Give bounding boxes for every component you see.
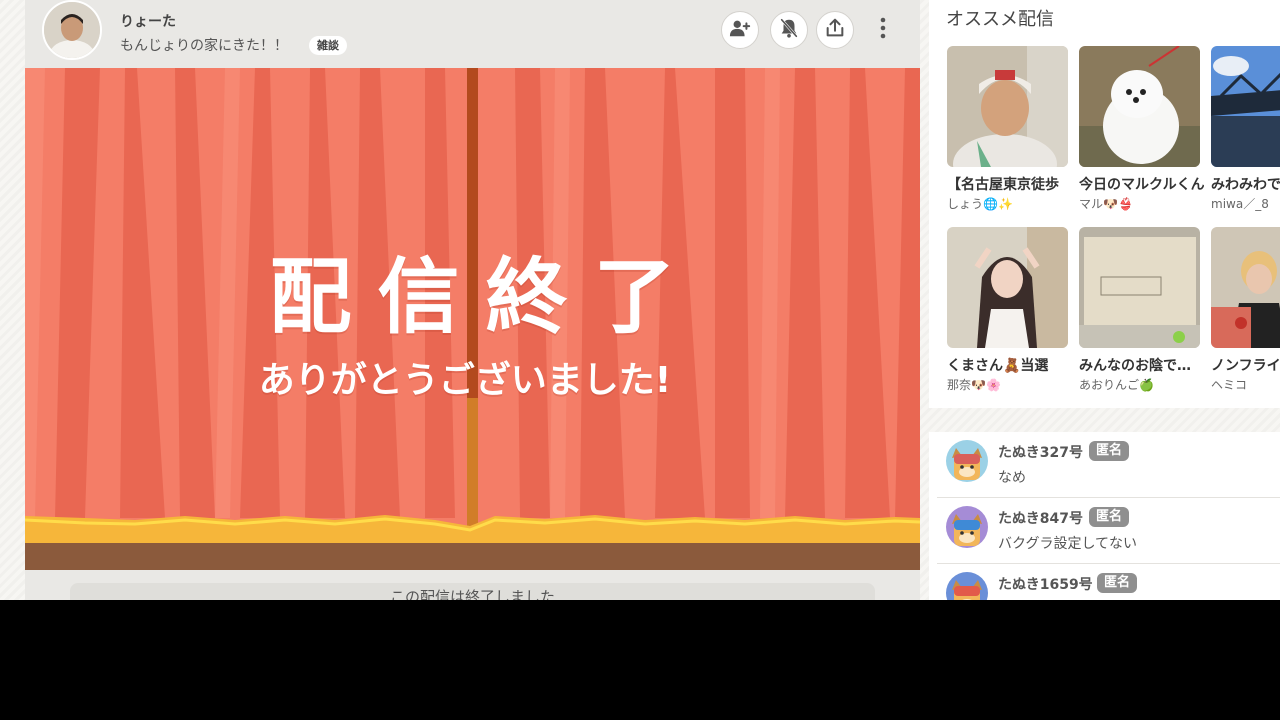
- comment-list: たぬき327号 匿名 なめ たぬき847号 匿名 バクグラ設定してない たぬき1…: [929, 432, 1280, 600]
- reco-user: マル🐶👙: [1079, 197, 1133, 211]
- reco-card[interactable]: ノンフライ ヘミコ: [1211, 227, 1280, 393]
- reco-thumbnail: [947, 46, 1068, 167]
- reco-title: 【名古屋東京徒歩: [947, 177, 1059, 193]
- stream-ended-subtitle: ありがとうございました!: [258, 360, 672, 401]
- reco-thumbnail: [1211, 227, 1280, 348]
- reco-user: あおりんご🍏: [1079, 378, 1154, 392]
- tanuki-avatar-icon[interactable]: [946, 440, 988, 482]
- reco-title: 今日のマルクルくん: [1079, 177, 1204, 193]
- reco-thumbnail: [1079, 227, 1200, 348]
- bell-off-icon: [778, 17, 800, 43]
- comment-item: たぬき327号 匿名 なめ: [937, 432, 1280, 498]
- reco-title: くまさん🧸当選: [947, 358, 1049, 374]
- category-badge[interactable]: 雑談: [309, 36, 347, 55]
- reco-user: ヘミコ: [1211, 378, 1248, 392]
- letterbox-bar: [0, 600, 1280, 720]
- streamer-name[interactable]: りょーた: [120, 11, 176, 31]
- stream-title: もんじょりの家にきた！！: [120, 38, 288, 54]
- right-sidebar: オススメ配信 【名古屋東京徒歩 しょう🌐✨ 今日のマルクルくん マル🐶👙 みわみ…: [929, 0, 1280, 600]
- reco-user: 那奈🐶🌸: [947, 378, 1001, 392]
- stream-column: りょーた もんじょりの家にきた！！ 雑談 配信終了 ありがとうございました! こ…: [25, 0, 920, 600]
- stream-ended-message: この配信は終了しました: [70, 583, 875, 600]
- comment-text: バクグラ設定してない: [998, 536, 1138, 552]
- reco-user: miwa／_8: [1211, 197, 1269, 211]
- reco-card[interactable]: 【名古屋東京徒歩 しょう🌐✨: [947, 46, 1068, 212]
- anonymous-badge: 匿名: [1089, 441, 1130, 461]
- user-plus-icon: [729, 17, 751, 43]
- more-button[interactable]: [871, 14, 895, 46]
- reco-thumbnail: [1211, 46, 1280, 167]
- stream-header: りょーた もんじょりの家にきた！！ 雑談: [25, 0, 920, 68]
- more-vertical-icon: [880, 17, 886, 43]
- share-icon: [824, 17, 846, 43]
- streamer-avatar[interactable]: [42, 0, 102, 60]
- reco-card[interactable]: みわみわで miwa／_8: [1211, 46, 1280, 212]
- comment-username: たぬき1659号: [998, 577, 1093, 593]
- app-viewport: りょーた もんじょりの家にきた！！ 雑談 配信終了 ありがとうございました! こ…: [0, 0, 1280, 600]
- share-button[interactable]: [816, 11, 854, 49]
- recommendations-heading: オススメ配信: [946, 9, 1054, 30]
- tanuki-avatar-icon[interactable]: [946, 506, 988, 548]
- reco-thumbnail: [947, 227, 1068, 348]
- follow-button[interactable]: [721, 11, 759, 49]
- recommendations-panel: オススメ配信 【名古屋東京徒歩 しょう🌐✨ 今日のマルクルくん マル🐶👙 みわみ…: [929, 0, 1280, 408]
- stream-ended-title: 配信終了: [269, 250, 702, 345]
- tanuki-avatar-icon[interactable]: [946, 572, 988, 600]
- reco-card[interactable]: みんなのお陰で… あおりんご🍏: [1079, 227, 1200, 393]
- comment-item: たぬき847号 匿名 バクグラ設定してない: [937, 498, 1280, 564]
- stream-player[interactable]: 配信終了 ありがとうございました!: [25, 68, 920, 570]
- reco-card[interactable]: 今日のマルクルくん マル🐶👙: [1079, 46, 1204, 212]
- reco-card[interactable]: くまさん🧸当選 那奈🐶🌸: [947, 227, 1068, 393]
- reco-thumbnail: [1079, 46, 1200, 167]
- anonymous-badge: 匿名: [1089, 507, 1130, 527]
- comment-text: なめ: [998, 470, 1026, 486]
- reco-title: みんなのお陰で…: [1079, 358, 1191, 374]
- reco-title: ノンフライ: [1211, 358, 1280, 374]
- reco-title: みわみわで: [1211, 177, 1280, 193]
- reco-user: しょう🌐✨: [947, 197, 1013, 211]
- comment-username: たぬき847号: [998, 511, 1083, 527]
- comment-item: たぬき1659号 匿名: [937, 564, 1280, 600]
- anonymous-badge: 匿名: [1097, 573, 1138, 593]
- notification-button[interactable]: [770, 11, 808, 49]
- comment-username: たぬき327号: [998, 445, 1083, 461]
